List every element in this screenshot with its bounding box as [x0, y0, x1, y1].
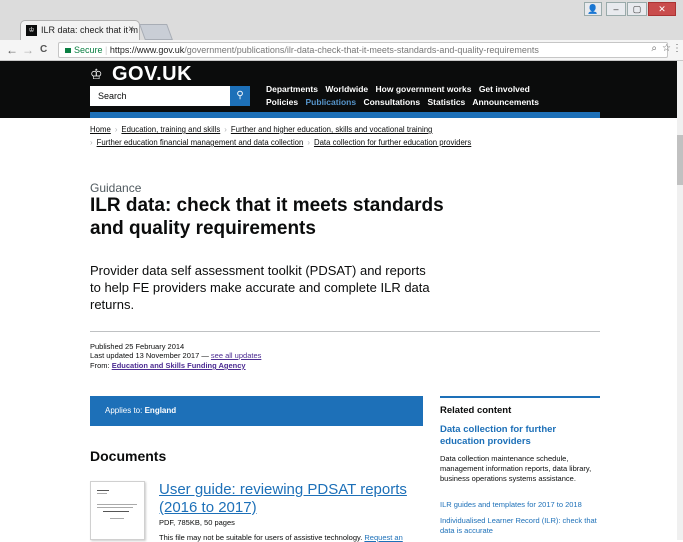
applies-to-banner: Applies to: England [90, 396, 423, 426]
accessibility-note-text: This file may not be suitable for users … [159, 533, 363, 542]
scrollbar[interactable] [677, 61, 683, 540]
search-button[interactable]: ⚲ [230, 86, 250, 106]
search-icon: ⚲ [236, 90, 244, 101]
close-window-icon[interactable]: ✕ [648, 2, 676, 16]
reload-icon[interactable]: C [40, 44, 47, 55]
nav-how-government-works[interactable]: How government works [376, 84, 472, 94]
header-accent-bar [90, 112, 600, 118]
document-title-link[interactable]: User guide: reviewing PDSAT reports (201… [159, 481, 409, 517]
related-main-link[interactable]: Data collection for further education pr… [440, 424, 600, 448]
applies-to-label: Applies to: [105, 406, 143, 415]
url-host: https://www.gov.uk [109, 45, 185, 55]
document-meta: PDF, 785KB, 50 pages [159, 518, 235, 527]
accessibility-note: This file may not be suitable for users … [159, 533, 403, 542]
new-tab-button[interactable] [139, 24, 173, 40]
related-link-ilr-guides[interactable]: ILR guides and templates for 2017 to 201… [440, 500, 610, 510]
from-organisation: From: Education and Skills Funding Agenc… [90, 361, 246, 370]
star-icon[interactable]: ☆ [662, 43, 671, 54]
back-icon[interactable]: ← [6, 43, 18, 57]
scrollbar-thumb[interactable] [677, 135, 683, 185]
related-link-ilr-check[interactable]: Individualised Learner Record (ILR): che… [440, 516, 610, 536]
nav-publications[interactable]: Publications [306, 97, 357, 107]
minimize-icon[interactable]: – [606, 2, 626, 16]
documents-heading: Documents [90, 448, 167, 464]
nav-row-secondary: Policies Publications Consultations Stat… [266, 97, 544, 107]
related-content [440, 396, 600, 398]
related-heading: Related content [440, 405, 512, 416]
url-path: /government/publications/ilr-data-check-… [184, 45, 539, 55]
lock-icon [65, 48, 71, 53]
published-date: Published 25 February 2014 [90, 342, 185, 351]
breadcrumb-data-collection[interactable]: Data collection for further education pr… [314, 138, 471, 147]
zoom-icon[interactable]: ⌕ [651, 43, 657, 54]
breadcrumb-home[interactable]: Home [90, 125, 111, 134]
search-input[interactable]: Search [90, 86, 230, 106]
page-summary: Provider data self assessment toolkit (P… [90, 263, 430, 312]
nav-consultations[interactable]: Consultations [363, 97, 420, 107]
nav-get-involved[interactable]: Get involved [479, 84, 530, 94]
from-label: From: [90, 361, 110, 370]
see-all-updates-link[interactable]: see all updates [211, 351, 261, 360]
nav-row-primary: Departments Worldwide How government wor… [266, 84, 535, 94]
nav-statistics[interactable]: Statistics [427, 97, 465, 107]
last-updated-text: Last updated 13 November 2017 — [90, 351, 209, 360]
breadcrumb-row-2: › Further education financial management … [90, 138, 472, 147]
nav-policies[interactable]: Policies [266, 97, 298, 107]
govuk-favicon-icon: ♔ [26, 25, 37, 36]
user-icon[interactable]: 👤 [584, 2, 602, 16]
divider [90, 331, 600, 332]
breadcrumb: Home › Education, training and skills › Furt… [90, 125, 433, 134]
document-thumbnail[interactable] [90, 481, 145, 540]
forward-icon[interactable]: → [22, 43, 34, 57]
address-bar: ← → C Secure | https://www.gov.uk/govern… [0, 40, 683, 61]
nav-worldwide[interactable]: Worldwide [325, 84, 368, 94]
tab-close-icon[interactable]: × [128, 24, 134, 35]
applies-to-value: England [144, 406, 177, 415]
request-format-link[interactable]: Request an [364, 533, 402, 542]
nav-departments[interactable]: Departments [266, 84, 318, 94]
url-input[interactable]: Secure | https://www.gov.uk/government/p… [58, 42, 668, 58]
maximize-icon[interactable]: ▢ [627, 2, 647, 16]
last-updated: Last updated 13 November 2017 — see all … [90, 351, 261, 360]
document-type-label: Guidance [90, 181, 142, 195]
browser-tab[interactable]: ♔ ILR data: check that it m × [20, 20, 140, 40]
menu-icon[interactable]: ⋮ [672, 43, 682, 54]
govuk-logo[interactable]: GOV.UK [112, 63, 192, 86]
page-title: ILR data: check that it meets standards … [90, 195, 444, 239]
tab-title: ILR data: check that it m [41, 25, 139, 35]
crown-icon: ♔ [90, 66, 103, 82]
breadcrumb-further-higher-education[interactable]: Further and higher education, skills and… [231, 125, 433, 134]
breadcrumb-fe-financial-management[interactable]: Further education financial management a… [97, 138, 304, 147]
nav-announcements[interactable]: Announcements [472, 97, 539, 107]
secure-label: Secure [74, 45, 103, 55]
breadcrumb-education[interactable]: Education, training and skills [121, 125, 220, 134]
related-main-description: Data collection maintenance schedule, ma… [440, 454, 592, 483]
related-topline [440, 396, 600, 398]
organisation-link[interactable]: Education and Skills Funding Agency [112, 361, 246, 370]
